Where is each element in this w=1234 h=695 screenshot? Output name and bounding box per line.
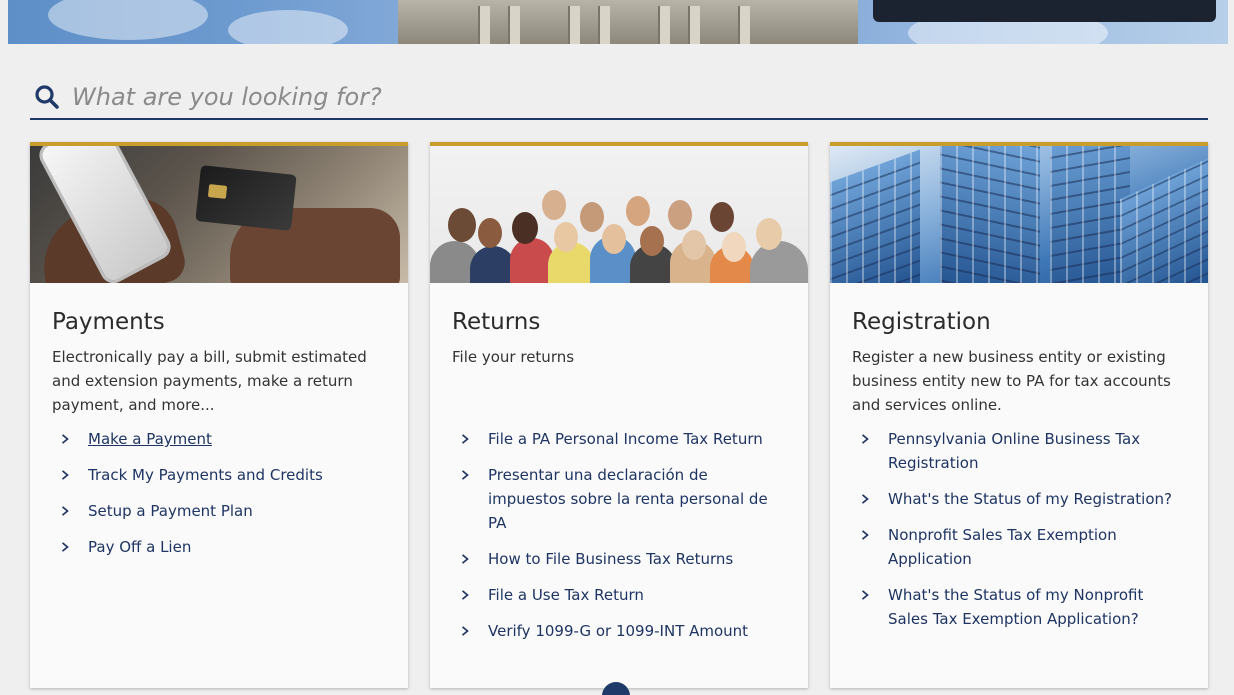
search-bar [30,76,1208,120]
file-use-tax-return-link[interactable]: File a Use Tax Return [452,583,786,607]
pay-off-lien-link[interactable]: Pay Off a Lien [52,535,386,559]
returns-link-list: File a PA Personal Income Tax Return Pre… [452,427,786,643]
registration-card-description: Register a new business entity or existi… [852,348,1171,414]
payments-card-image [30,146,408,283]
payments-card-description: Electronically pay a bill, submit estima… [52,348,367,414]
payments-card-title: Payments [52,309,165,335]
pa-online-business-tax-registration-link[interactable]: Pennsylvania Online Business Tax Registr… [852,427,1186,475]
search-input[interactable] [64,82,1174,112]
chevron-right-icon [61,506,69,516]
payments-card: Payments Electronically pay a bill, subm… [30,142,408,688]
chevron-right-icon [461,590,469,600]
chevron-right-icon [61,542,69,552]
returns-card-title: Returns [452,309,541,335]
presentar-declaracion-link[interactable]: Presentar una declaración de impuestos s… [452,463,786,535]
chevron-right-icon [61,434,69,444]
returns-card: Returns File your returns File a PA Pers… [430,142,808,688]
file-pa-personal-income-tax-link[interactable]: File a PA Personal Income Tax Return [452,427,786,451]
chevron-right-icon [461,434,469,444]
hero-overlay-panel [873,0,1216,22]
setup-payment-plan-link[interactable]: Setup a Payment Plan [52,499,386,523]
capitol-building-image [398,0,858,44]
track-payments-link[interactable]: Track My Payments and Credits [52,463,386,487]
chevron-right-icon [861,494,869,504]
chevron-right-icon [861,590,869,600]
chevron-right-icon [461,626,469,636]
file-business-tax-returns-link[interactable]: How to File Business Tax Returns [452,547,786,571]
chevron-right-icon [61,470,69,480]
page: Payments Electronically pay a bill, subm… [0,0,1234,695]
chevron-right-icon [461,554,469,564]
registration-card: Registration Register a new business ent… [830,142,1208,688]
returns-card-description: File your returns [452,348,575,366]
make-a-payment-link[interactable]: Make a Payment [52,427,386,451]
registration-status-link[interactable]: What's the Status of my Registration? [852,487,1186,511]
payments-link-list: Make a Payment Track My Payments and Cre… [52,427,386,559]
chevron-right-icon [861,530,869,540]
nonprofit-exemption-application-link[interactable]: Nonprofit Sales Tax Exemption Applicatio… [852,523,1186,571]
chevron-right-icon [461,470,469,480]
verify-1099-link[interactable]: Verify 1099-G or 1099-INT Amount [452,619,786,643]
registration-card-image [830,146,1208,283]
registration-link-list: Pennsylvania Online Business Tax Registr… [852,427,1186,631]
chevron-right-icon [861,434,869,444]
returns-card-image [430,146,808,283]
nonprofit-exemption-status-link[interactable]: What's the Status of my Nonprofit Sales … [852,583,1186,631]
search-icon[interactable] [30,80,64,114]
hero-banner-image [8,0,1228,44]
registration-card-title: Registration [852,309,991,335]
